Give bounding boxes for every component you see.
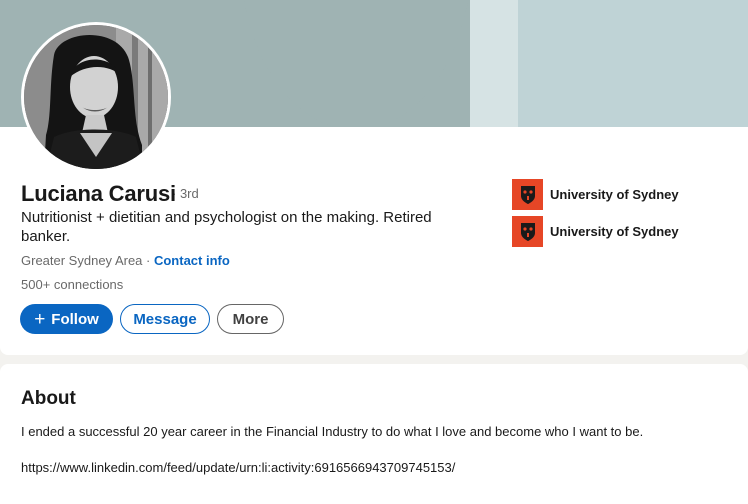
message-button[interactable]: Message: [120, 304, 210, 334]
follow-button[interactable]: + Follow: [20, 304, 113, 334]
education-name: University of Sydney: [550, 187, 679, 202]
location-line: Greater Sydney Area · Contact info: [21, 253, 230, 268]
profile-card: Luciana Carusi · 3rd Nutritionist + diet…: [0, 0, 748, 355]
profile-name: Luciana Carusi: [21, 181, 176, 206]
message-label: Message: [133, 310, 197, 328]
cover-panel: [518, 0, 748, 127]
plus-icon: +: [34, 308, 46, 330]
contact-info-link[interactable]: Contact info: [154, 253, 230, 268]
profile-headline: Nutritionist + dietitian and psychologis…: [21, 209, 432, 245]
more-button[interactable]: More: [217, 304, 284, 334]
education-item[interactable]: University of Sydney: [512, 179, 679, 210]
cover-shape: [240, 0, 472, 127]
portrait-image: [24, 25, 168, 169]
cover-stripe: [470, 0, 518, 127]
more-label: More: [232, 310, 269, 328]
follow-label: Follow: [51, 310, 99, 328]
about-text: I ended a successful 20 year career in t…: [21, 424, 644, 439]
location-text: Greater Sydney Area: [21, 253, 143, 268]
profile-photo[interactable]: [21, 22, 171, 172]
education-item[interactable]: University of Sydney: [512, 216, 679, 247]
university-of-sydney-logo: [512, 216, 543, 247]
education-name: University of Sydney: [550, 224, 679, 239]
university-of-sydney-logo: [512, 179, 543, 210]
connections-count[interactable]: 500+ connections: [21, 277, 123, 292]
location-separator: ·: [142, 253, 154, 268]
about-section: About I ended a successful 20 year caree…: [0, 364, 748, 504]
about-activity-link[interactable]: https://www.linkedin.com/feed/update/urn…: [21, 460, 455, 475]
connection-degree: · 3rd: [172, 186, 199, 201]
about-heading: About: [21, 388, 76, 409]
